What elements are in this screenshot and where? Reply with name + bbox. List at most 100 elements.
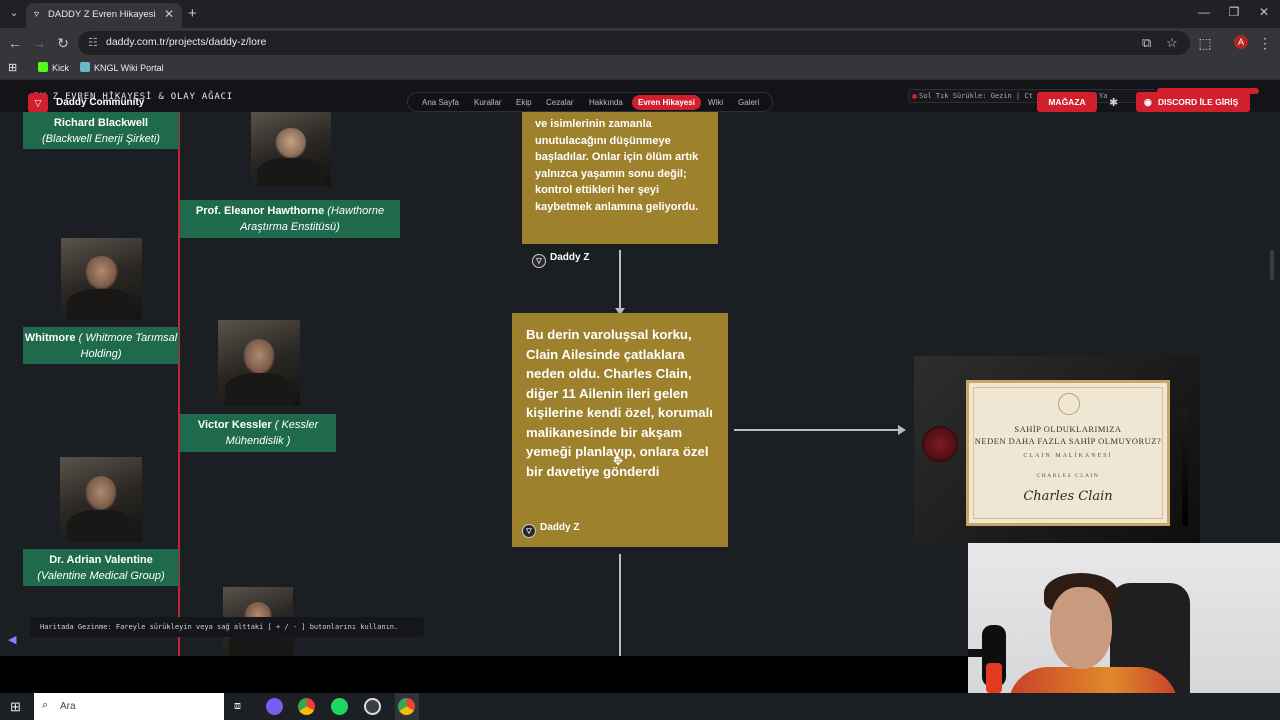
portrait-hawthorne[interactable]: [251, 112, 331, 186]
invitation-paper: SAHİP OLDUKLARIMIZA NEDEN DAHA FAZLA SAH…: [966, 380, 1170, 526]
controls-hint: Sol Tık Sürükle: Gezin | Ct Ya: [908, 89, 1156, 103]
crest-icon: [1058, 393, 1080, 415]
spotify-icon[interactable]: [331, 698, 348, 715]
person-name: Whitmore: [24, 332, 76, 344]
arrow-right-icon: [898, 425, 906, 435]
mouse-cursor-icon: ✥: [613, 454, 624, 468]
bookmark-kick[interactable]: Kick: [38, 62, 69, 73]
person-card-whitmore[interactable]: Whitmore ( Whitmore Tarımsal Holding): [23, 327, 179, 364]
streamer-face: [1050, 587, 1112, 669]
portrait-kessler[interactable]: [218, 320, 300, 406]
bookmark-star-icon[interactable]: ☆: [1166, 35, 1178, 51]
person-name: Richard Blackwell: [53, 117, 149, 129]
site-favicon-icon: ▿: [34, 9, 40, 20]
settings-gear-icon[interactable]: ✱: [1109, 96, 1118, 109]
minimize-icon[interactable]: —: [1194, 5, 1214, 19]
invitation-house: CLAIN MALİKANESİ: [1023, 453, 1113, 459]
discord-icon: ◉: [1144, 97, 1152, 107]
author-avatar-icon: ▽: [522, 524, 536, 538]
person-card-blackwell[interactable]: Richard Blackwell (Blackwell Enerji Şirk…: [23, 112, 179, 149]
kngl-icon: [80, 62, 90, 72]
person-company: (Valentine Medical Group): [37, 570, 165, 582]
nav-ekip[interactable]: Ekip: [516, 98, 532, 107]
person-company: (Blackwell Enerji Şirketi): [42, 133, 160, 145]
invitation-image[interactable]: SAHİP OLDUKLARIMIZA NEDEN DAHA FAZLA SAH…: [914, 356, 1200, 544]
apps-icon[interactable]: ⊞: [8, 61, 17, 74]
wax-seal-icon: [922, 426, 958, 462]
nav-kurallar[interactable]: Kurallar: [474, 98, 502, 107]
tab-title: DADDY Z Evren Hikayesi & Wh: [48, 9, 158, 20]
nav-wiki[interactable]: Wiki: [708, 98, 723, 107]
restore-icon[interactable]: ❐: [1224, 5, 1244, 19]
new-tab-icon[interactable]: +: [188, 5, 197, 22]
extensions-icon[interactable]: ⬚: [1196, 34, 1214, 52]
address-bar[interactable]: ☷ daddy.com.tr/projects/daddy-z/lore ⧉ ☆: [78, 31, 1190, 55]
person-company: ( Whitmore Tarımsal Holding): [78, 332, 178, 360]
collapse-arrow-icon[interactable]: ◀: [8, 633, 24, 649]
site-header: DY Z EVREN HİKAYESİ & OLAY AĞACI ▽ Daddy…: [0, 80, 1280, 113]
browser-tab[interactable]: ▿ DADDY Z Evren Hikayesi & Wh ✕: [26, 3, 182, 28]
url-text: daddy.com.tr/projects/daddy-z/lore: [106, 36, 267, 48]
bookmarks-bar: ⊞ Kick KNGL Wiki Portal: [0, 58, 1280, 80]
mouse-icon: [912, 94, 917, 99]
browser-toolbar: ← → ↻ ☷ daddy.com.tr/projects/daddy-z/lo…: [0, 28, 1280, 58]
search-placeholder: Ara: [60, 701, 76, 712]
story-card-2[interactable]: Bu derin varoluşsal korku, Clain Ailesin…: [512, 313, 728, 547]
invitation-signature: Charles Clain: [1023, 489, 1113, 504]
brand-logo-icon[interactable]: ▽: [28, 93, 48, 113]
chrome-active-icon[interactable]: [398, 698, 415, 715]
kick-icon: [38, 62, 48, 72]
browser-tabstrip: ⌄ ▿ DADDY Z Evren Hikayesi & Wh ✕ + — ❐ …: [0, 0, 1280, 28]
windows-start-icon[interactable]: ⊞: [10, 699, 21, 715]
scrollbar-thumb[interactable]: [1270, 250, 1274, 280]
nav-evren-hikayesi[interactable]: Evren Hikayesi: [632, 95, 701, 110]
shop-button[interactable]: MAĞAZA: [1037, 92, 1097, 112]
task-view-icon[interactable]: ⧈: [234, 700, 241, 713]
back-icon[interactable]: ←: [6, 34, 24, 52]
forward-icon[interactable]: →: [30, 34, 48, 52]
app-icon-1[interactable]: [266, 698, 283, 715]
bottom-letterbox: [0, 656, 968, 693]
connector: [619, 250, 621, 312]
chrome-icon[interactable]: [298, 698, 315, 715]
story-card-text: ve isimlerinin zamanla unutulacağını düş…: [535, 118, 699, 213]
bookmark-kngl[interactable]: KNGL Wiki Portal: [80, 62, 164, 73]
discord-login-button[interactable]: ◉ DISCORD İLE GİRİŞ: [1136, 92, 1250, 112]
person-card-kessler[interactable]: Victor Kessler ( Kessler Mühendislik ): [180, 414, 336, 452]
nav-ana-sayfa[interactable]: Ana Sayfa: [422, 98, 459, 107]
person-name: Dr. Adrian Valentine: [49, 554, 153, 566]
profile-avatar[interactable]: A: [1234, 35, 1248, 49]
tab-search-icon[interactable]: ⌄: [6, 5, 22, 21]
brand-name[interactable]: Daddy Community: [56, 97, 144, 108]
person-name: Victor Kessler: [197, 419, 272, 431]
reload-icon[interactable]: ↻: [54, 34, 72, 52]
portrait-valentine[interactable]: [60, 457, 142, 542]
nav-cezalar[interactable]: Cezalar: [546, 98, 574, 107]
app-icon-4[interactable]: [364, 698, 381, 715]
portrait-whitmore[interactable]: [61, 238, 142, 320]
person-card-hawthorne[interactable]: Prof. Eleanor Hawthorne (Hawthorne Araşt…: [180, 200, 400, 238]
author-avatar-icon: ▽: [532, 254, 546, 268]
navigation-tip: Haritada Gezinme: Fareyle sürükleyin vey…: [30, 617, 424, 637]
mic-light: [986, 663, 1002, 693]
cast-icon[interactable]: ⧉: [1142, 35, 1151, 51]
fountain-pen-icon: [1182, 406, 1188, 526]
site-info-icon[interactable]: ☷: [88, 36, 98, 49]
nav-galeri[interactable]: Galeri: [738, 98, 759, 107]
invitation-host: CHARLES CLAIN: [1036, 473, 1100, 479]
taskbar: ⊞ ⌕ Ara ⧈: [0, 693, 1280, 720]
window-close-icon[interactable]: ✕: [1254, 5, 1274, 19]
taskbar-search[interactable]: ⌕ Ara: [34, 693, 224, 720]
connector: [734, 429, 900, 431]
story-card-author: ▽ Daddy Z: [522, 522, 579, 538]
connector: [619, 554, 621, 656]
story-card-1[interactable]: ve isimlerinin zamanla unutulacağını düş…: [522, 112, 718, 268]
menu-icon[interactable]: ⋮: [1256, 34, 1274, 52]
story-card-author: ▽ Daddy Z: [532, 252, 589, 268]
person-card-valentine[interactable]: Dr. Adrian Valentine (Valentine Medical …: [23, 549, 179, 586]
main-nav: Ana Sayfa Kurallar Ekip Cezalar Hakkında…: [407, 92, 773, 112]
person-name: Prof. Eleanor Hawthorne: [195, 205, 325, 217]
tab-close-icon[interactable]: ✕: [164, 7, 174, 21]
invitation-heading: SAHİP OLDUKLARIMIZA NEDEN DAHA FAZLA SAH…: [974, 424, 1162, 446]
nav-hakkinda[interactable]: Hakkında: [589, 98, 623, 107]
